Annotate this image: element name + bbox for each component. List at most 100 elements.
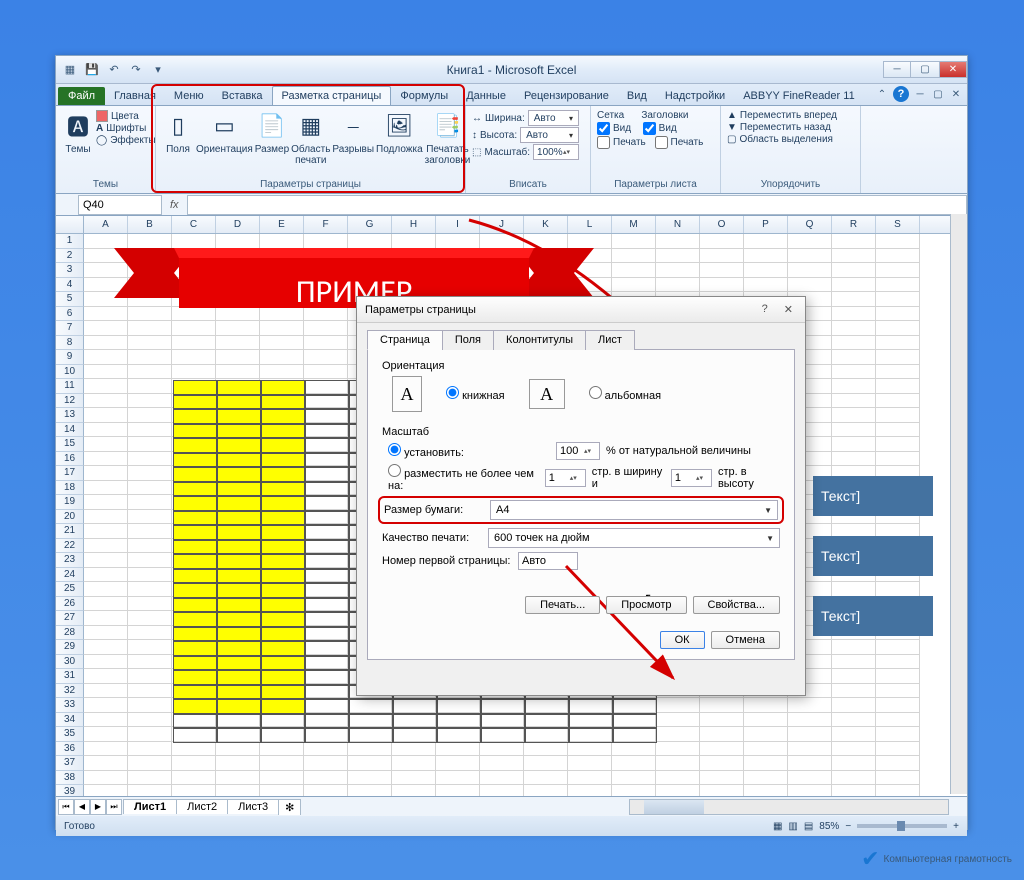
row-header[interactable]: 28	[56, 626, 84, 641]
row-header[interactable]: 38	[56, 771, 84, 786]
colors-button[interactable]: Цвета	[96, 110, 156, 122]
dlg-tab-margins[interactable]: Поля	[442, 330, 494, 350]
row-header[interactable]: 12	[56, 394, 84, 409]
row-header[interactable]: 17	[56, 466, 84, 481]
width-setting[interactable]: ↔Ширина:Авто▾	[472, 110, 579, 126]
col-header[interactable]: S	[876, 216, 920, 233]
ok-button[interactable]: ОК	[660, 631, 705, 649]
tab-home[interactable]: Главная	[105, 87, 165, 105]
sheet-tab-3[interactable]: Лист3	[227, 799, 279, 814]
head-print-check[interactable]	[655, 136, 668, 149]
vertical-scrollbar[interactable]	[950, 214, 967, 794]
horizontal-scrollbar[interactable]	[629, 799, 949, 815]
dlg-tab-headerfooter[interactable]: Колонтитулы	[493, 330, 586, 350]
print-quality-combo[interactable]: 600 точек на дюйм▼	[488, 528, 780, 548]
row-header[interactable]: 24	[56, 568, 84, 583]
minimize-button[interactable]: ─	[883, 61, 911, 78]
tab-nav-prev[interactable]: ◀	[74, 799, 90, 815]
redo-icon[interactable]: ↷	[126, 60, 146, 80]
row-header[interactable]: 31	[56, 669, 84, 684]
col-header[interactable]: Q	[788, 216, 832, 233]
undo-icon[interactable]: ↶	[104, 60, 124, 80]
row-header[interactable]: 29	[56, 640, 84, 655]
preview-button[interactable]: Просмотр	[606, 596, 686, 614]
tab-nav-first[interactable]: ⏮	[58, 799, 74, 815]
properties-button[interactable]: Свойства...	[693, 596, 780, 614]
tab-data[interactable]: Данные	[457, 87, 515, 105]
mdi-close-icon[interactable]: ✕	[949, 87, 963, 101]
view-break-icon[interactable]: ▤	[804, 821, 813, 832]
row-header[interactable]: 9	[56, 350, 84, 365]
row-header[interactable]: 22	[56, 539, 84, 554]
col-header[interactable]: N	[656, 216, 700, 233]
portrait-radio[interactable]: книжная	[446, 386, 505, 402]
row-header[interactable]: 2	[56, 249, 84, 264]
view-normal-icon[interactable]: ▦	[773, 821, 782, 832]
print-area-button[interactable]: ▦Область печати	[291, 110, 330, 166]
sheet-tab-1[interactable]: Лист1	[123, 799, 177, 814]
tab-review[interactable]: Рецензирование	[515, 87, 618, 105]
row-header[interactable]: 20	[56, 510, 84, 525]
mdi-restore-icon[interactable]: ▢	[931, 87, 945, 101]
themes-button[interactable]: 🅰Темы	[62, 110, 94, 155]
row-header[interactable]: 37	[56, 756, 84, 771]
excel-icon[interactable]: ▦	[60, 60, 80, 80]
tab-formulas[interactable]: Формулы	[391, 87, 457, 105]
sheet-tab-2[interactable]: Лист2	[176, 799, 228, 814]
fx-icon[interactable]: fx	[162, 199, 187, 211]
col-header[interactable]: R	[832, 216, 876, 233]
scale-fit-radio[interactable]: разместить не более чем на:	[388, 464, 539, 492]
fit-width-input[interactable]: 1▴▾	[545, 469, 586, 487]
row-header[interactable]: 34	[56, 713, 84, 728]
print-titles-button[interactable]: 📑Печатать заголовки	[425, 110, 471, 166]
maximize-button[interactable]: ▢	[911, 61, 939, 78]
scale-percent-input[interactable]: 100▴▾	[556, 442, 600, 460]
row-header[interactable]: 5	[56, 292, 84, 307]
save-icon[interactable]: 💾	[82, 60, 102, 80]
size-button[interactable]: 📄Размер	[255, 110, 289, 155]
selection-pane-button[interactable]: ▢Область выделения	[727, 134, 837, 145]
landscape-radio[interactable]: альбомная	[589, 386, 661, 402]
fonts-button[interactable]: AШрифты	[96, 123, 156, 134]
row-header[interactable]: 21	[56, 524, 84, 539]
col-header[interactable]: O	[700, 216, 744, 233]
row-header[interactable]: 7	[56, 321, 84, 336]
grid-print-check[interactable]	[597, 136, 610, 149]
row-header[interactable]: 11	[56, 379, 84, 394]
mdi-min-icon[interactable]: ─	[913, 87, 927, 101]
dialog-help-icon[interactable]: ?	[758, 303, 772, 316]
close-button[interactable]: ✕	[939, 61, 967, 78]
bring-forward-button[interactable]: ▲Переместить вперед	[727, 110, 837, 121]
print-button[interactable]: Печать...	[525, 596, 600, 614]
row-header[interactable]: 18	[56, 481, 84, 496]
qat-more-icon[interactable]: ▾	[148, 60, 168, 80]
send-backward-button[interactable]: ▼Переместить назад	[727, 122, 837, 133]
row-header[interactable]: 32	[56, 684, 84, 699]
row-header[interactable]: 14	[56, 423, 84, 438]
row-header[interactable]: 15	[56, 437, 84, 452]
scale-set-radio[interactable]: установить:	[388, 443, 464, 459]
tab-addins[interactable]: Надстройки	[656, 87, 734, 105]
tab-insert[interactable]: Вставка	[213, 87, 272, 105]
row-header[interactable]: 27	[56, 611, 84, 626]
row-header[interactable]: 10	[56, 365, 84, 380]
tab-nav-next[interactable]: ▶	[90, 799, 106, 815]
fit-height-input[interactable]: 1▴▾	[671, 469, 712, 487]
row-header[interactable]: 30	[56, 655, 84, 670]
row-header[interactable]: 4	[56, 278, 84, 293]
background-button[interactable]: 🖼Подложка	[376, 110, 423, 155]
row-header[interactable]: 19	[56, 495, 84, 510]
tab-menu[interactable]: Меню	[165, 87, 213, 105]
tab-nav-last[interactable]: ⏭	[106, 799, 122, 815]
row-header[interactable]: 35	[56, 727, 84, 742]
row-header[interactable]: 16	[56, 452, 84, 467]
effects-button[interactable]: ◯Эффекты	[96, 135, 156, 146]
zoom-slider[interactable]	[857, 824, 947, 828]
row-header[interactable]: 8	[56, 336, 84, 351]
zoom-level[interactable]: 85%	[819, 821, 839, 832]
select-all-corner[interactable]	[56, 216, 84, 233]
grid-view-check[interactable]	[597, 122, 610, 135]
row-header[interactable]: 33	[56, 698, 84, 713]
dlg-tab-page[interactable]: Страница	[367, 330, 443, 350]
help-icon[interactable]: ?	[893, 86, 909, 102]
